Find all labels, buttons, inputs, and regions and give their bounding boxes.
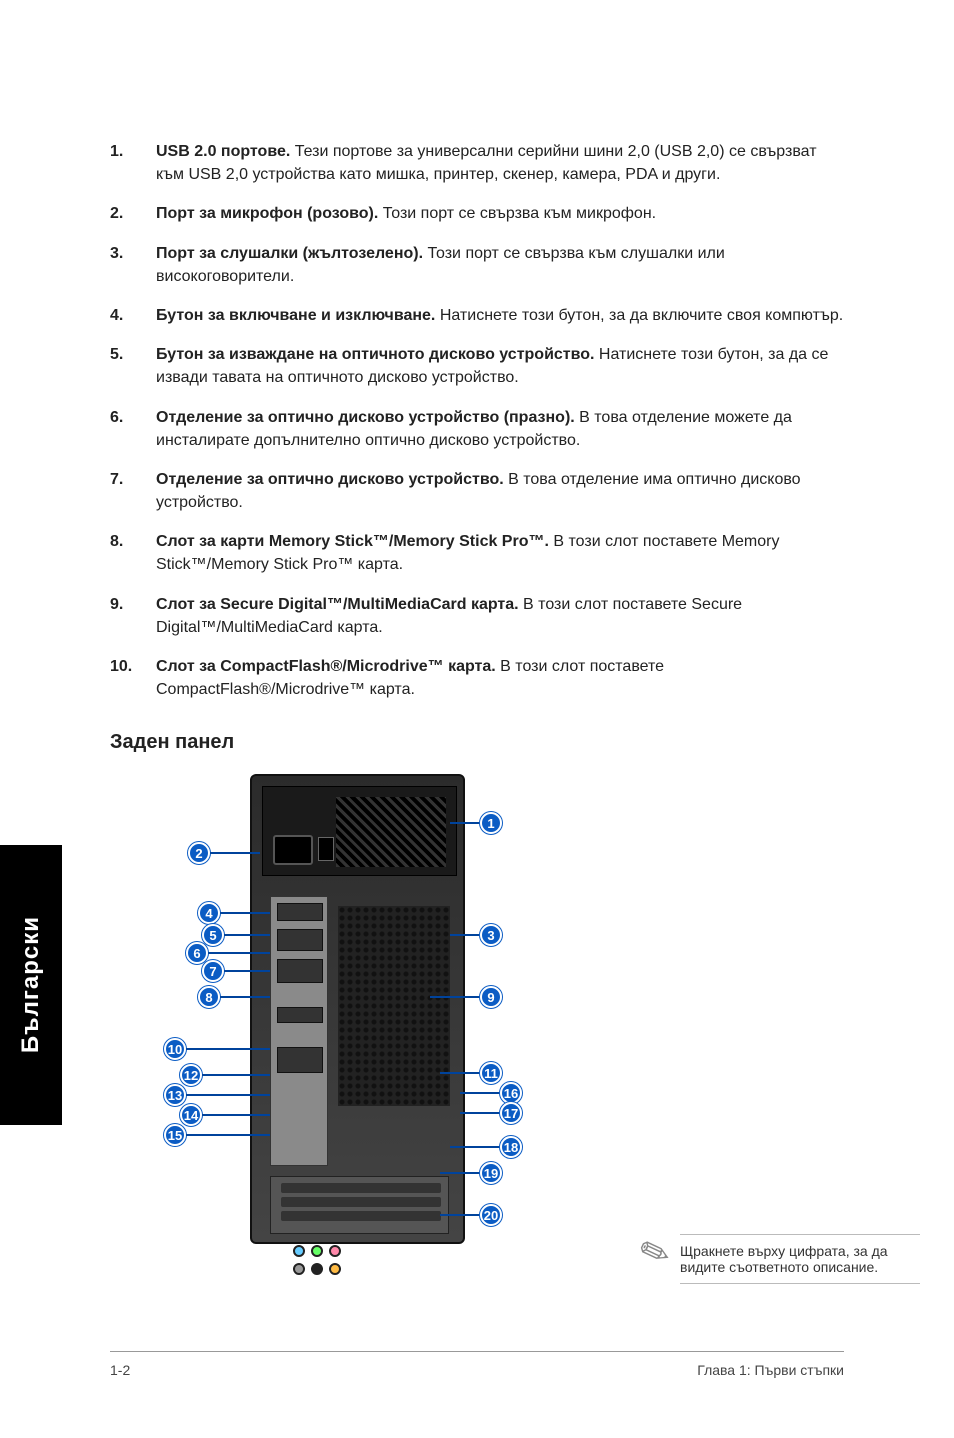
item-text: Слот за карти Memory Stick™/Memory Stick… [156,530,844,576]
psu-grill [336,797,446,867]
audio-jack [329,1245,341,1257]
callout-11[interactable]: 11 [440,1062,502,1084]
list-item: 6. Отделение за оптично дисково устройст… [110,406,844,452]
chapter-label: Глава 1: Първи стъпки [697,1362,844,1378]
list-item: 3. Порт за слушалки (жълтозелено). Този … [110,242,844,288]
audio-jack [293,1263,305,1275]
callout-19[interactable]: 19 [440,1162,502,1184]
usb-block-2 [277,1047,323,1073]
rear-panel-diagram: 1 3 9 11 16 17 18 19 20 2 4 5 6 7 8 10 1… [140,764,660,1304]
callout-17[interactable]: 17 [460,1102,522,1124]
note-text: Щракнете върху цифрата, за да видите съо… [680,1243,888,1275]
language-side-tab: Български [0,845,62,1125]
callout-16[interactable]: 16 [460,1082,522,1104]
callout-2[interactable]: 2 [188,842,260,864]
rear-panel-heading: Заден панел [110,731,844,754]
item-number: 3. [110,242,156,288]
callout-4[interactable]: 4 [198,902,270,924]
item-number: 6. [110,406,156,452]
item-text: Отделение за оптично дисково устройство.… [156,468,844,514]
power-socket [273,835,313,865]
item-text: Порт за слушалки (жълтозелено). Този пор… [156,242,844,288]
item-number: 8. [110,530,156,576]
callout-18[interactable]: 18 [450,1136,522,1158]
item-number: 9. [110,593,156,639]
list-item: 7. Отделение за оптично дисково устройст… [110,468,844,514]
item-text: Отделение за оптично дисково устройство … [156,406,844,452]
item-text: Бутон за включване и изключване. Натисне… [156,304,844,327]
item-number: 4. [110,304,156,327]
callout-3[interactable]: 3 [450,924,502,946]
list-item: 1. USB 2.0 портове. Тези портове за унив… [110,140,844,186]
power-supply [262,786,457,876]
item-text: USB 2.0 портове. Тези портове за универс… [156,140,844,186]
io-plate [270,896,328,1166]
callout-8[interactable]: 8 [198,986,270,1008]
callout-12[interactable]: 12 [180,1064,270,1086]
voltage-switch [318,837,334,861]
item-number: 5. [110,343,156,389]
list-item: 4. Бутон за включване и изключване. Нати… [110,304,844,327]
callout-14[interactable]: 14 [180,1104,270,1126]
page: Български 1. USB 2.0 портове. Тези порто… [0,0,954,1438]
expansion-slots [270,1176,449,1234]
item-number: 2. [110,202,156,225]
list-item: 9. Слот за Secure Digital™/MultiMediaCar… [110,593,844,639]
callout-1[interactable]: 1 [450,812,502,834]
usb-lan-block [277,929,323,951]
item-text: Порт за микрофон (розово). Този порт се … [156,202,844,225]
callout-9[interactable]: 9 [430,986,502,1008]
item-text: Слот за Secure Digital™/MultiMediaCard к… [156,593,844,639]
expansion-slot [281,1211,441,1221]
expansion-slot [281,1197,441,1207]
audio-jack-panel [293,1245,353,1287]
item-number: 10. [110,655,156,701]
page-number: 1-2 [110,1362,130,1378]
item-number: 1. [110,140,156,186]
audio-jack [311,1245,323,1257]
audio-jack [329,1263,341,1275]
audio-jack [311,1263,323,1275]
callout-13[interactable]: 13 [164,1084,270,1106]
list-item: 8. Слот за карти Memory Stick™/Memory St… [110,530,844,576]
item-text: Бутон за изваждане на оптичното дисково … [156,343,844,389]
expansion-slot [281,1183,441,1193]
hdmi-port [277,1007,323,1023]
audio-jack [293,1245,305,1257]
note-icon: ✎ [634,1228,677,1278]
diagram-note: Щракнете върху цифрата, за да видите съо… [680,1234,920,1284]
callout-20[interactable]: 20 [440,1204,502,1226]
numbered-list-front-panel: 1. USB 2.0 портове. Тези портове за унив… [110,140,844,701]
language-label: Български [17,916,45,1053]
item-number: 7. [110,468,156,514]
ps2-ports [277,903,323,921]
callout-10[interactable]: 10 [164,1038,270,1060]
tower-chassis [250,774,465,1244]
callout-7[interactable]: 7 [202,960,270,982]
content-area: 1. USB 2.0 портове. Тези портове за унив… [0,0,954,1304]
page-footer: 1-2 Глава 1: Първи стъпки [110,1351,844,1378]
callout-15[interactable]: 15 [164,1124,270,1146]
item-text: Слот за CompactFlash®/Microdrive™ карта.… [156,655,844,701]
dvi-port [277,959,323,983]
list-item: 5. Бутон за изваждане на оптичното диско… [110,343,844,389]
list-item: 2. Порт за микрофон (розово). Този порт … [110,202,844,225]
list-item: 10. Слот за CompactFlash®/Microdrive™ ка… [110,655,844,701]
